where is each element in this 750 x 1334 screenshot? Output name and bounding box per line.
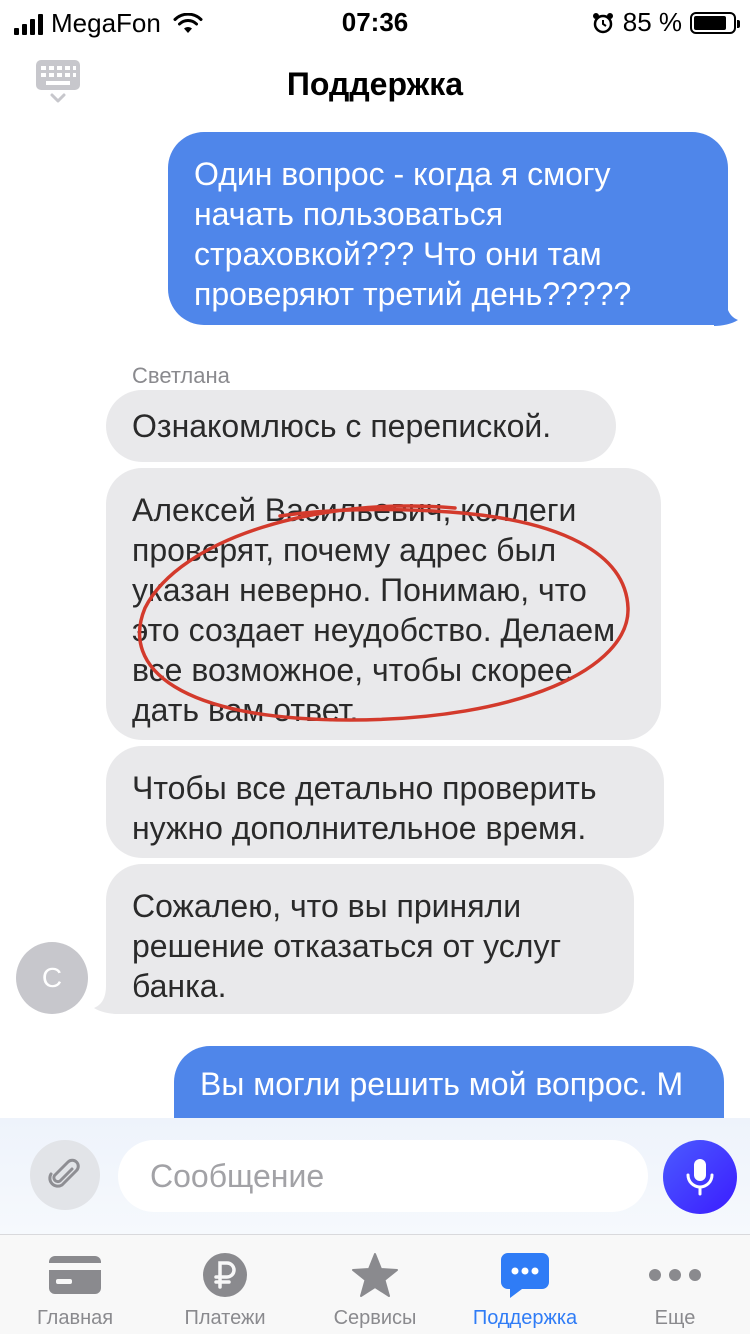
bubble-tail [714, 298, 738, 326]
outgoing-message[interactable]: Один вопрос - когда я смогу начать польз… [168, 132, 728, 325]
ruble-icon [203, 1253, 247, 1297]
header: Поддержка [0, 44, 750, 128]
incoming-message[interactable]: Ознакомлюсь с перепиской. [106, 390, 616, 462]
incoming-message[interactable]: Чтобы все детально проверить нужно допол… [106, 746, 664, 858]
tab-label: Еще [654, 1307, 696, 1329]
support-chat-screen: MegaFon 07:36 85 % Поддержка Один вопрос… [0, 0, 750, 1334]
tab-services[interactable]: Сервисы [300, 1235, 450, 1334]
star-icon [352, 1253, 398, 1297]
battery-icon [690, 11, 740, 34]
card-icon [49, 1256, 101, 1294]
bubble-tail [94, 986, 118, 1014]
chat-icon [501, 1253, 549, 1298]
outgoing-message[interactable]: Вы могли решить мой вопрос. М [174, 1046, 724, 1118]
incoming-message[interactable]: Алексей Васильевич, коллеги проверят, по… [106, 468, 661, 740]
tab-label: Поддержка [472, 1307, 578, 1329]
tab-label: Главная [36, 1307, 114, 1329]
microphone-icon [686, 1159, 714, 1196]
alarm-icon [592, 12, 613, 33]
tab-bar: Главная Платежи Сервисы Поддержка Еще [0, 1234, 750, 1334]
attach-button[interactable] [30, 1140, 100, 1210]
tab-home[interactable]: Главная [0, 1235, 150, 1334]
status-bar: MegaFon 07:36 85 % [0, 0, 750, 40]
tab-payments[interactable]: Платежи [150, 1235, 300, 1334]
tab-more[interactable]: Еще [600, 1235, 750, 1334]
paperclip-icon [48, 1158, 80, 1188]
tab-label: Платежи [184, 1307, 266, 1329]
incoming-message[interactable]: Сожалею, что вы приняли решение отказать… [106, 864, 634, 1014]
sender-name: Светлана [132, 363, 230, 388]
avatar[interactable]: С [16, 942, 88, 1014]
battery-percent: 85 % [622, 7, 682, 37]
more-icon [649, 1269, 701, 1281]
chat-history[interactable]: Один вопрос - когда я смогу начать польз… [0, 128, 750, 1118]
message-composer [0, 1118, 750, 1234]
page-title: Поддержка [286, 66, 464, 102]
battery-level [694, 15, 727, 30]
message-input[interactable] [118, 1140, 648, 1212]
tab-support[interactable]: Поддержка [450, 1235, 600, 1334]
voice-input-button[interactable] [663, 1140, 737, 1214]
tab-label: Сервисы [333, 1307, 417, 1329]
